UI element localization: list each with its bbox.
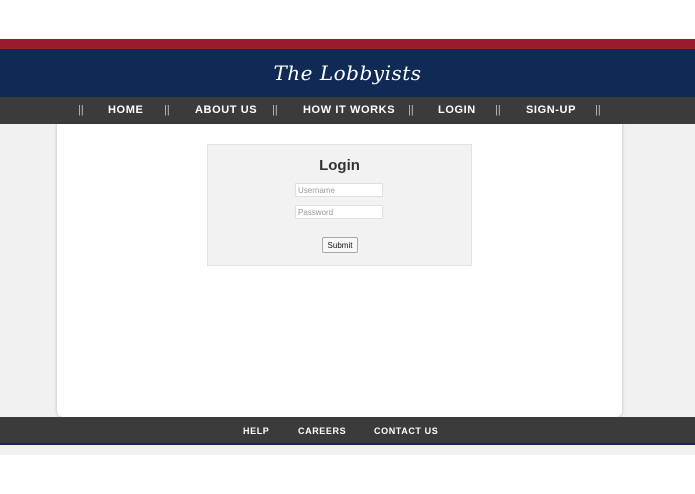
nav-item-login[interactable]: LOGIN [438,104,476,116]
nav-item-home[interactable]: HOME [108,104,143,116]
footer-link-help[interactable]: HELP [243,426,269,436]
username-input[interactable] [295,183,383,197]
submit-button[interactable]: Submit [322,237,358,253]
footer-link-careers[interactable]: CAREERS [298,426,346,436]
nav-item-about-us[interactable]: ABOUT US [195,104,257,116]
password-input[interactable] [295,205,383,219]
site-header: The Lobbyists [0,49,695,97]
nav-separator: || [595,104,601,116]
nav-separator: || [272,104,278,116]
site-footer: HELP CAREERS CONTACT US [0,417,695,443]
nav-item-how-it-works[interactable]: HOW IT WORKS [303,104,395,116]
login-form: Login Submit [207,144,472,266]
footer-link-contact-us[interactable]: CONTACT US [374,426,438,436]
nav-item-sign-up[interactable]: SIGN-UP [526,104,576,116]
nav-separator: || [408,104,414,116]
nav-separator: || [78,104,84,116]
login-title: Login [319,157,360,174]
bottom-background [0,445,695,455]
nav-separator: || [495,104,501,116]
top-red-stripe [0,39,695,49]
site-title[interactable]: The Lobbyists [273,61,421,85]
main-nav: || HOME || ABOUT US || HOW IT WORKS || L… [0,97,695,124]
nav-separator: || [164,104,170,116]
